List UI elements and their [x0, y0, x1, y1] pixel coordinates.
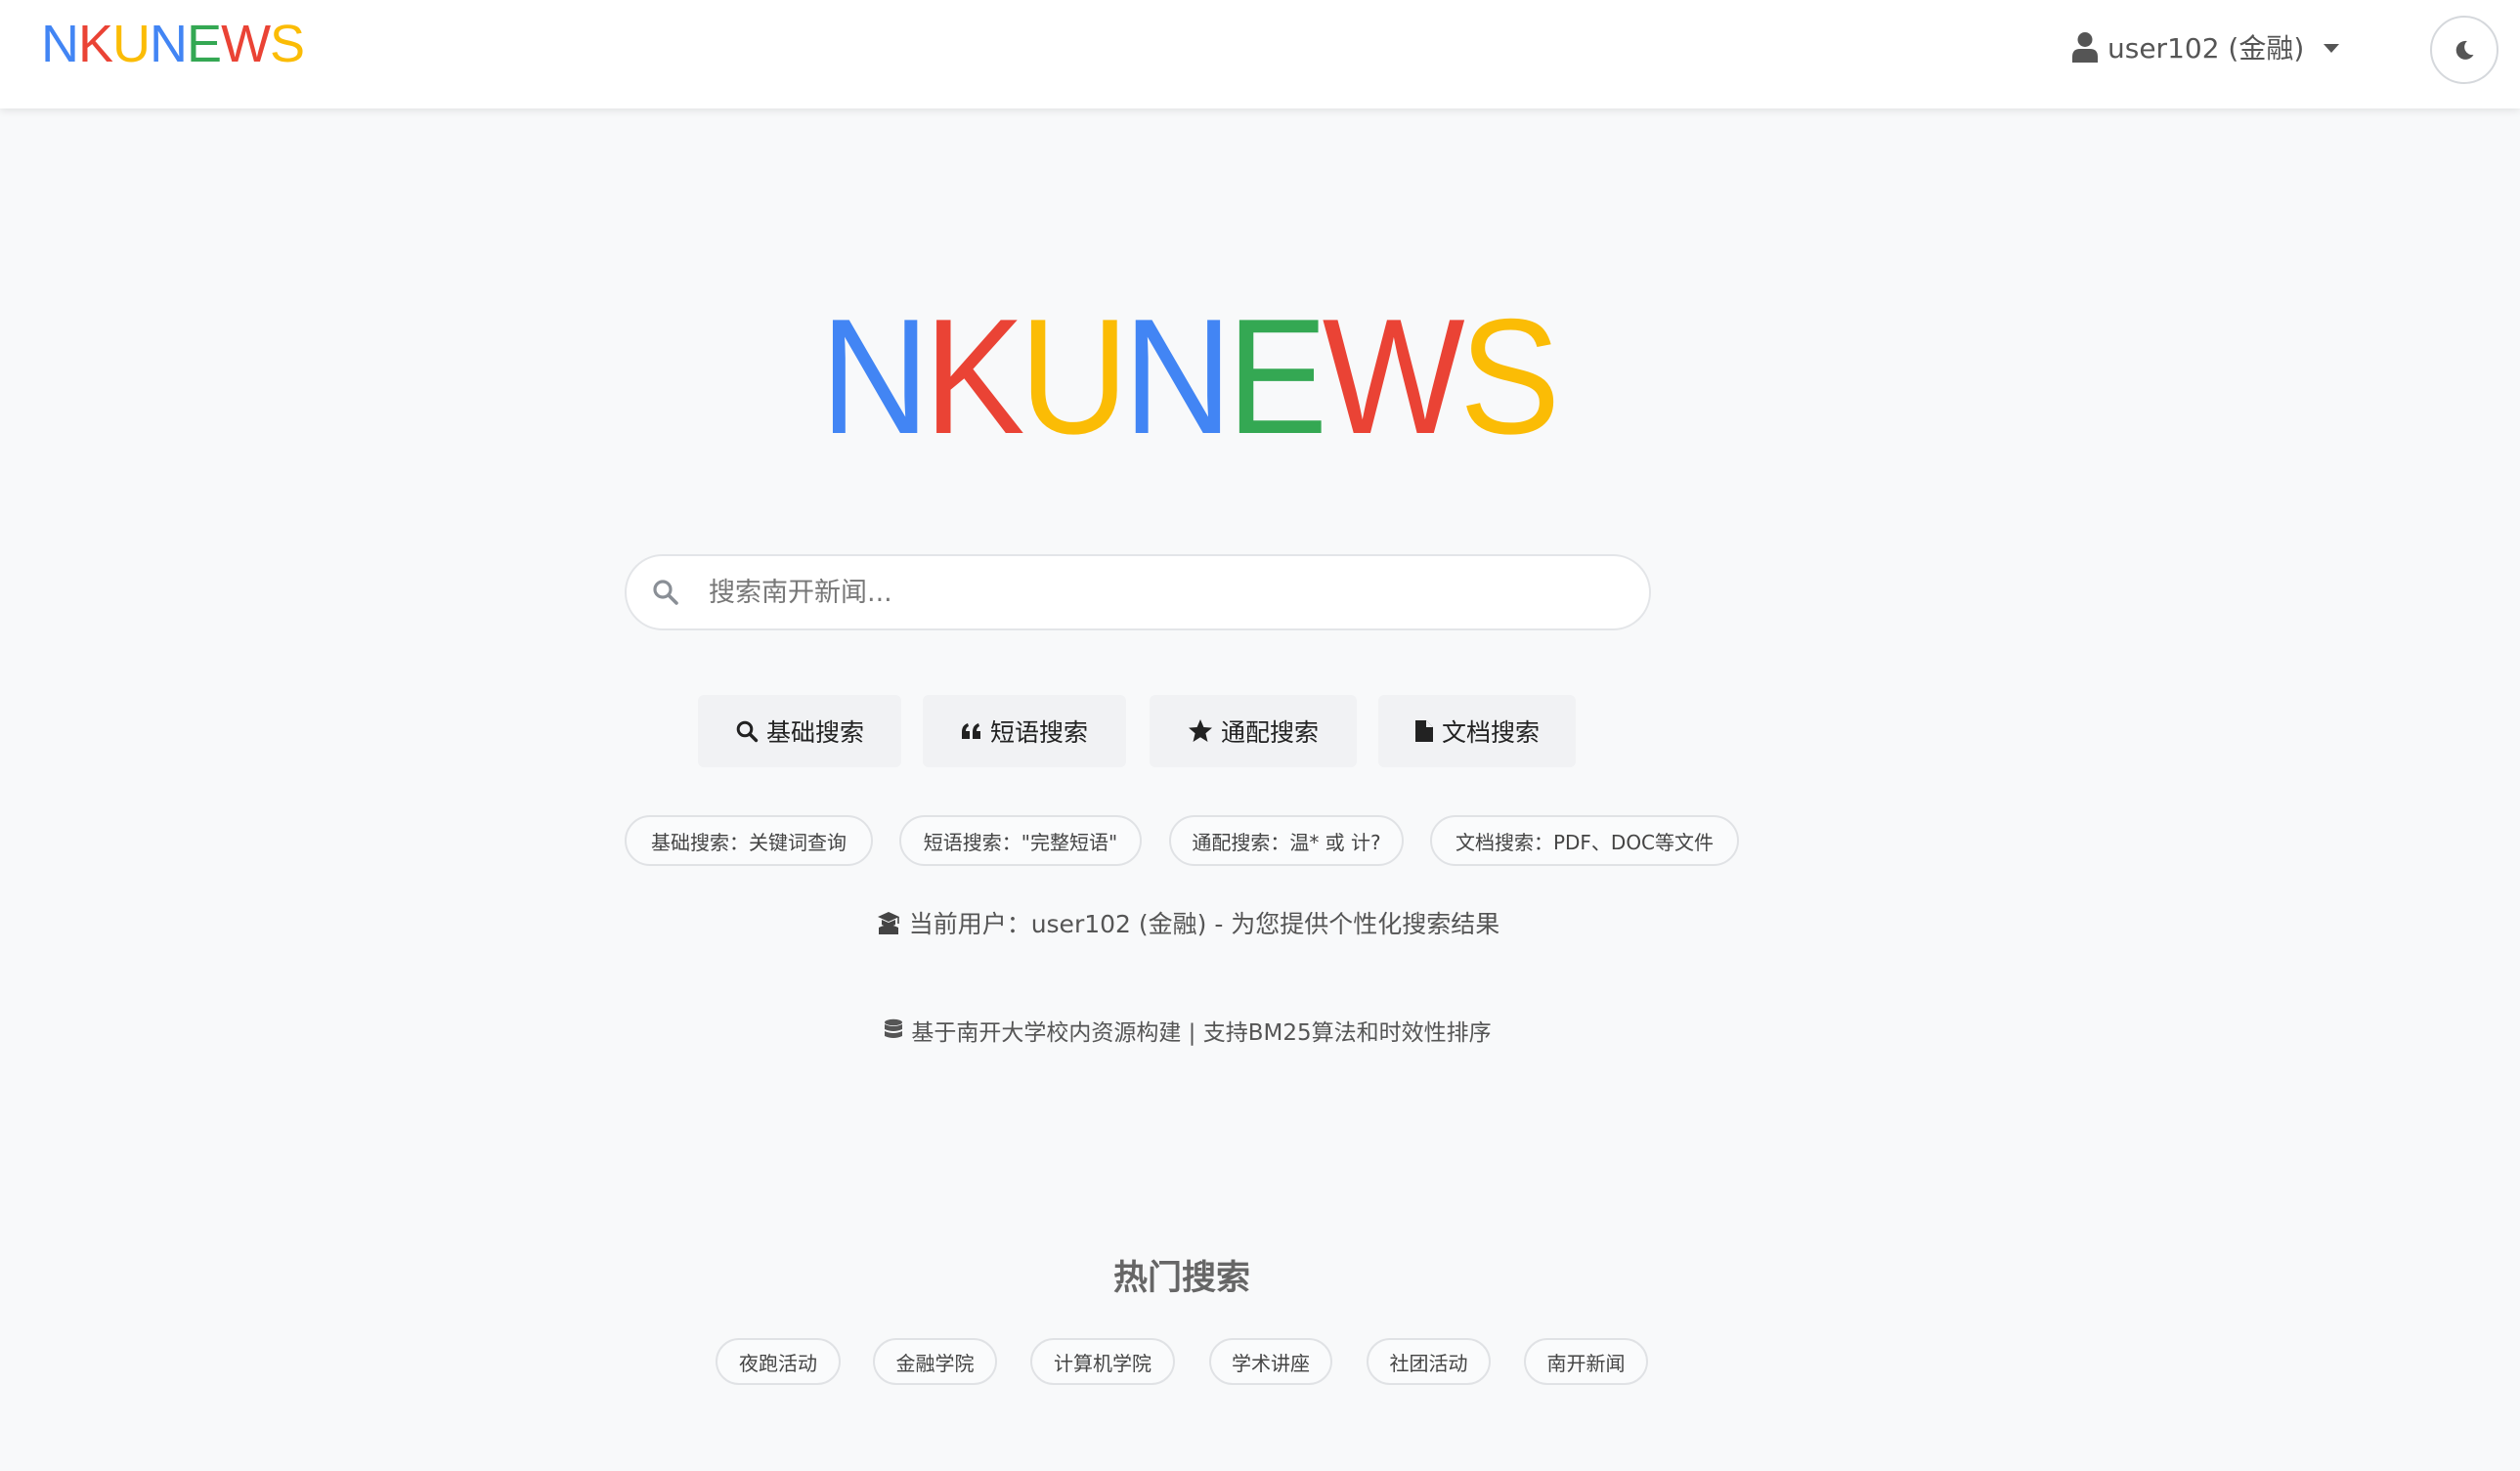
- graduation-cap-icon: [877, 912, 899, 934]
- file-icon: [1414, 720, 1433, 742]
- hint-wildcard-search: 通配搜索：温* 或 计?: [1169, 815, 1404, 866]
- brand-letter: K: [78, 15, 113, 73]
- moon-icon: [2455, 40, 2474, 60]
- hot-search-item[interactable]: 计算机学院: [1030, 1338, 1175, 1385]
- hint-basic-search: 基础搜索：关键词查询: [625, 815, 873, 866]
- hot-search-item[interactable]: 夜跑活动: [716, 1338, 841, 1385]
- user-name: user102 (金融): [2107, 32, 2305, 65]
- logo-letter: K: [924, 284, 1024, 468]
- logo-letter: N: [820, 284, 930, 468]
- user-icon: [2072, 32, 2098, 63]
- quote-icon: [961, 723, 980, 739]
- star-icon: [1188, 719, 1212, 742]
- hot-search-item[interactable]: 南开新闻: [1524, 1338, 1648, 1385]
- brand-letter: N: [150, 15, 188, 73]
- logo-letter: W: [1322, 284, 1465, 468]
- brand-letter: U: [112, 15, 151, 73]
- logo-letter: N: [1123, 284, 1233, 468]
- basic-search-button[interactable]: 基础搜索: [698, 695, 901, 767]
- hot-searches-title: 热门搜索: [1112, 1259, 1250, 1298]
- wildcard-search-button[interactable]: 通配搜索: [1150, 695, 1357, 767]
- current-user-info: 当前用户：user102 (金融) - 为您提供个性化搜索结果: [0, 903, 2375, 942]
- brand-letter: E: [187, 15, 222, 73]
- data-source-text: 基于南开大学校内资源构建 | 支持BM25算法和时效性排序: [911, 1020, 1492, 1046]
- hot-search-item[interactable]: 金融学院: [873, 1338, 997, 1385]
- phrase-search-label: 短语搜索: [989, 718, 1088, 747]
- wildcard-search-label: 通配搜索: [1220, 718, 1319, 747]
- brand-letter: S: [270, 15, 305, 73]
- hint-phrase-search: 短语搜索："完整短语": [899, 815, 1142, 866]
- phrase-search-button[interactable]: 短语搜索: [923, 695, 1126, 767]
- database-icon: [885, 1018, 903, 1038]
- logo-letter: U: [1019, 284, 1129, 468]
- search-icon: [653, 580, 678, 605]
- basic-search-label: 基础搜索: [765, 718, 864, 747]
- user-dropdown-toggle[interactable]: user102 (金融): [2072, 25, 2340, 68]
- caret-down-icon: [2324, 43, 2340, 53]
- current-user-text: 当前用户：user102 (金融) - 为您提供个性化搜索结果: [908, 910, 1500, 938]
- document-search-label: 文档搜索: [1441, 718, 1540, 747]
- brand-letter: W: [221, 15, 271, 73]
- hint-document-search: 文档搜索：PDF、DOC等文件: [1430, 815, 1739, 866]
- document-search-button[interactable]: 文档搜索: [1378, 695, 1576, 767]
- theme-toggle-button[interactable]: [2430, 16, 2498, 84]
- search-bar: [625, 554, 1651, 630]
- top-navbar: NKUNEWS user102 (金融): [0, 0, 2520, 108]
- hot-search-item[interactable]: 社团活动: [1367, 1338, 1491, 1385]
- brand-logo[interactable]: NKUNEWS: [41, 14, 305, 74]
- search-input[interactable]: [707, 576, 1590, 609]
- search-icon: [736, 720, 759, 743]
- logo-letter: E: [1227, 284, 1327, 468]
- hero-logo: NKUNEWS: [95, 283, 2281, 469]
- data-source-info: 基于南开大学校内资源构建 | 支持BM25算法和时效性排序: [0, 1013, 2375, 1048]
- brand-letter: N: [41, 15, 79, 73]
- logo-letter: S: [1459, 284, 1560, 468]
- hot-search-item[interactable]: 学术讲座: [1209, 1338, 1332, 1385]
